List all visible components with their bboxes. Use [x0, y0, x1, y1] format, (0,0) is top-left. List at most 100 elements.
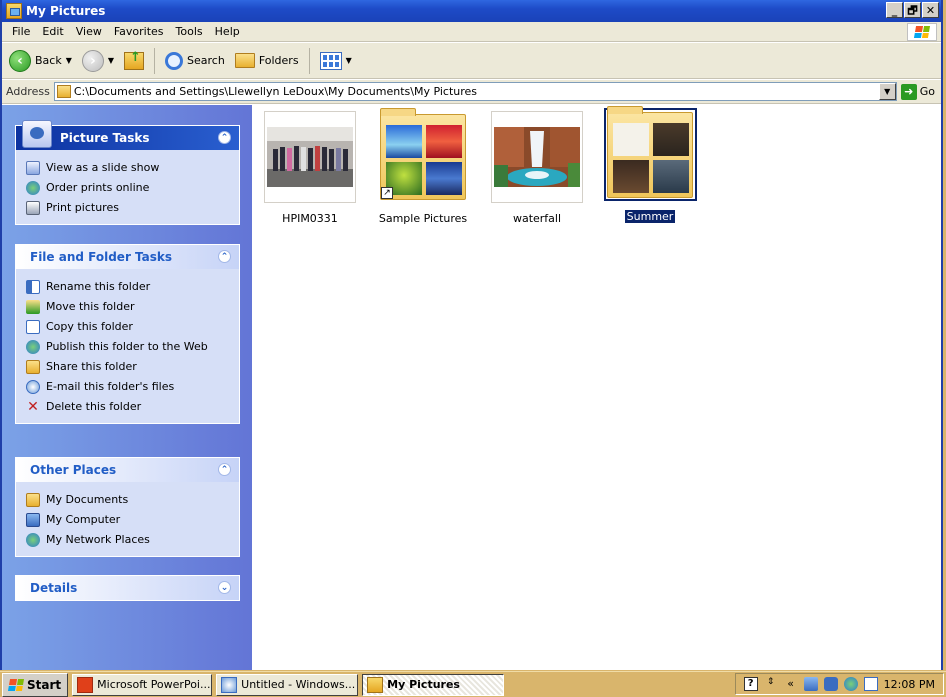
my-documents-icon: [26, 493, 40, 507]
place-my-computer[interactable]: My Computer: [26, 510, 239, 530]
task-email-files[interactable]: E-mail this folder's files: [26, 377, 239, 397]
folders-icon: [234, 53, 255, 68]
display-icon[interactable]: [863, 677, 878, 691]
collapse-chevron-icon[interactable]: ⌃: [218, 250, 231, 263]
globe-icon: [26, 181, 40, 195]
help-icon[interactable]: ?: [743, 677, 758, 691]
task-print-pictures[interactable]: Print pictures: [26, 198, 239, 218]
details-header[interactable]: Details ⌄: [16, 576, 239, 600]
forward-button[interactable]: › ▼: [79, 48, 117, 74]
folders-label: Folders: [258, 54, 299, 67]
menu-view[interactable]: View: [70, 25, 108, 38]
menu-favorites[interactable]: Favorites: [108, 25, 170, 38]
address-field[interactable]: C:\Documents and Settings\Llewellyn LeDo…: [53, 82, 897, 101]
picture-tasks-title: Picture Tasks: [60, 131, 150, 145]
picture-tasks-panel: Picture Tasks ⌃ View as a slide show Ord…: [15, 120, 240, 225]
views-button[interactable]: ▼: [317, 50, 355, 72]
task-rename-folder[interactable]: Rename this folder: [26, 277, 239, 297]
folder-item-summer[interactable]: Summer: [595, 105, 705, 223]
globe-icon: [26, 340, 40, 354]
views-dropdown-icon[interactable]: ▼: [346, 56, 352, 65]
menu-help[interactable]: Help: [209, 25, 246, 38]
collapse-chevron-icon[interactable]: ⌃: [218, 131, 231, 144]
place-my-network[interactable]: My Network Places: [26, 530, 239, 550]
back-button[interactable]: ‹ Back ▼: [6, 48, 75, 74]
file-item-waterfall[interactable]: waterfall: [482, 111, 592, 225]
taskbar-button-label: My Pictures: [387, 678, 460, 691]
picture-tasks-header[interactable]: Picture Tasks ⌃: [16, 120, 239, 150]
window-controls: _ 🗗 ✕: [886, 2, 939, 18]
maximize-button[interactable]: 🗗: [904, 2, 921, 18]
up-folder-button[interactable]: [121, 50, 147, 72]
shortcut-arrow-icon: ↗: [381, 187, 393, 199]
powerpoint-icon: [77, 676, 94, 693]
taskbar-button-label: Microsoft PowerPoi...: [97, 678, 211, 691]
address-dropdown-button[interactable]: ▼: [878, 83, 896, 100]
expand-chevron-icon[interactable]: ⌄: [218, 581, 231, 594]
menu-file[interactable]: File: [6, 25, 36, 38]
minimize-button[interactable]: _: [886, 2, 903, 18]
task-label: Rename this folder: [46, 280, 151, 293]
task-label: Share this folder: [46, 360, 137, 373]
other-places-panel: Other Places ⌃ My Documents My Computer …: [15, 457, 240, 557]
file-name: HPIM0331: [282, 212, 338, 225]
task-order-prints[interactable]: Order prints online: [26, 178, 239, 198]
go-button[interactable]: ➜ Go: [900, 83, 935, 100]
movie-maker-icon: [221, 676, 238, 693]
clock[interactable]: 12:08 PM: [884, 678, 935, 691]
place-my-documents[interactable]: My Documents: [26, 490, 239, 510]
task-move-folder[interactable]: Move this folder: [26, 297, 239, 317]
task-copy-folder[interactable]: Copy this folder: [26, 317, 239, 337]
task-label: Delete this folder: [46, 400, 142, 413]
toolbar-separator: [308, 47, 310, 74]
menu-edit[interactable]: Edit: [36, 25, 69, 38]
start-label: Start: [27, 677, 62, 692]
close-button[interactable]: ✕: [922, 2, 939, 18]
forward-dropdown-icon[interactable]: ▼: [108, 56, 114, 65]
menu-tools[interactable]: Tools: [170, 25, 209, 38]
move-icon: [26, 300, 40, 314]
address-label: Address: [6, 85, 50, 98]
folder-item-sample-pictures[interactable]: ↗ Sample Pictures: [368, 108, 478, 225]
taskbar-button-movie-maker[interactable]: Untitled - Windows...: [216, 673, 359, 696]
start-button[interactable]: Start: [2, 672, 69, 697]
folders-button[interactable]: Folders: [232, 51, 302, 70]
back-label: Back: [35, 54, 62, 67]
network-places-icon: [26, 533, 40, 547]
collapse-chevron-icon[interactable]: ⌃: [218, 463, 231, 476]
task-label: Publish this folder to the Web: [46, 340, 208, 353]
task-publish-folder[interactable]: Publish this folder to the Web: [26, 337, 239, 357]
address-bar: Address C:\Documents and Settings\Llewel…: [2, 80, 941, 104]
folder-thumbnail: [607, 105, 693, 198]
folder-name: Summer: [624, 210, 676, 223]
title-bar[interactable]: My Pictures _ 🗗 ✕: [2, 0, 941, 22]
task-share-folder[interactable]: Share this folder: [26, 357, 239, 377]
back-arrow-icon: ‹: [9, 49, 31, 72]
task-slide-show[interactable]: View as a slide show: [26, 158, 239, 178]
taskbar-button-my-pictures[interactable]: My Pictures: [362, 673, 505, 696]
task-label: View as a slide show: [46, 161, 160, 174]
file-folder-tasks-header[interactable]: File and Folder Tasks ⌃: [16, 245, 239, 269]
file-folder-tasks-title: File and Folder Tasks: [30, 250, 173, 264]
security-icon[interactable]: [843, 677, 858, 691]
other-places-title: Other Places: [30, 463, 117, 477]
network-icon[interactable]: [803, 677, 818, 691]
search-button[interactable]: Search: [162, 50, 228, 72]
task-delete-folder[interactable]: ✕ Delete this folder: [26, 397, 239, 417]
file-item-hpim0331[interactable]: HPIM0331: [255, 111, 365, 225]
show-hidden-icons-icon[interactable]: «: [784, 677, 798, 691]
go-arrow-icon: ➜: [900, 83, 917, 100]
language-bar-icon[interactable]: ⇕: [764, 677, 778, 691]
windows-logo-icon: [7, 678, 25, 691]
task-label: Order prints online: [46, 181, 150, 194]
back-dropdown-icon[interactable]: ▼: [66, 56, 72, 65]
other-places-header[interactable]: Other Places ⌃: [16, 458, 239, 482]
place-label: My Computer: [46, 513, 121, 526]
my-pictures-icon: [367, 676, 384, 693]
slide-show-icon: [26, 161, 40, 175]
taskbar-button-powerpoint[interactable]: Microsoft PowerPoi...: [72, 673, 213, 696]
task-label: Copy this folder: [46, 320, 133, 333]
thumbnail-frame: [264, 111, 356, 203]
system-tray: ? ⇕ « 12:08 PM: [734, 673, 944, 695]
volume-icon[interactable]: [823, 677, 838, 691]
